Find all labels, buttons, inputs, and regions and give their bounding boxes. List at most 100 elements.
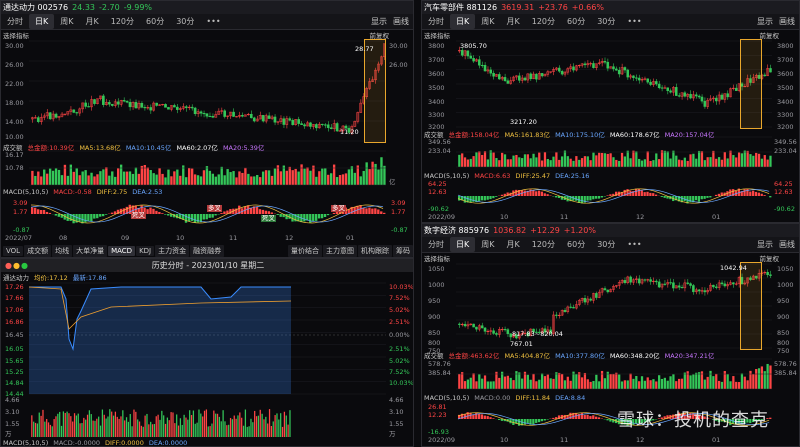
- candle-body: [472, 58, 475, 62]
- macd-bar: [211, 214, 214, 218]
- volume-bar: [643, 159, 646, 167]
- btn-ma[interactable]: 均线: [52, 245, 73, 257]
- btn-margin[interactable]: 融资融券: [190, 245, 225, 257]
- volume-bar: [329, 173, 333, 185]
- candle-body: [669, 282, 672, 284]
- price-tick: 15.65: [5, 357, 24, 365]
- volume-bar: [318, 171, 321, 185]
- macd-bar: [469, 412, 472, 419]
- price-tick: 3600: [428, 70, 445, 78]
- volume-bar: [211, 423, 213, 437]
- volume-bar: [164, 177, 167, 185]
- btn-big-order[interactable]: 大单净量: [73, 245, 108, 257]
- btn-main-intent[interactable]: 主力意图: [323, 245, 357, 257]
- ma60: MA60:178.67亿: [609, 131, 660, 139]
- macd-bar: [654, 194, 658, 196]
- macd-bar: [706, 196, 709, 198]
- volume-bar: [42, 409, 44, 437]
- candle-body: [680, 287, 684, 289]
- volume-bar: [57, 413, 59, 437]
- btn-kdj[interactable]: KDJ: [136, 246, 155, 256]
- macd-bar: [33, 207, 37, 214]
- volume-bar: [270, 175, 274, 185]
- macd-bar: [158, 211, 161, 214]
- volume-bar: [472, 373, 475, 389]
- vol-tick: 1.55: [5, 420, 20, 428]
- btn-institution[interactable]: 机构跟踪: [358, 245, 392, 257]
- volume-bar: [760, 158, 764, 167]
- volume-bar: [598, 152, 601, 167]
- macd-bar: [202, 214, 205, 220]
- price-tick: 14.84: [5, 379, 24, 387]
- candle-body: [703, 290, 707, 293]
- volume-bar: [746, 150, 749, 167]
- candle-body: [572, 307, 575, 309]
- volume-bar: [181, 424, 183, 437]
- macd-bar: [523, 419, 526, 425]
- price-tick-right: 3600: [777, 70, 794, 78]
- volume-bar: [540, 160, 544, 167]
- macd-bar: [326, 214, 330, 216]
- price-tick: 14.00: [5, 118, 24, 126]
- candle-body: [637, 278, 641, 284]
- macd-bar: [149, 207, 152, 214]
- vol-tick-right: 4.66: [389, 396, 404, 404]
- volume-bar: [535, 157, 538, 167]
- btn-main-funds[interactable]: 主力资金: [155, 245, 190, 257]
- ma20: MA20:347.21亿: [664, 352, 715, 360]
- volume-bar: [294, 168, 297, 185]
- candle-body: [703, 100, 707, 107]
- btn-turnover[interactable]: 成交额: [24, 245, 52, 257]
- btn-chips[interactable]: 筹码: [393, 245, 413, 257]
- candle-body: [555, 314, 558, 316]
- candle-body: [87, 106, 90, 108]
- vol-tick: 578.76: [428, 360, 451, 368]
- volume-bar: [629, 373, 632, 389]
- candle-body: [603, 60, 607, 63]
- macd-bar: [110, 212, 114, 214]
- volume-bar: [216, 413, 219, 437]
- volume-bar: [463, 157, 467, 167]
- volume-bar: [365, 162, 368, 185]
- macd-tick: 26.81: [428, 403, 447, 411]
- candle-body: [320, 123, 324, 126]
- volume-bar: [86, 414, 89, 437]
- volume-bar: [47, 422, 50, 437]
- macd-bar: [309, 214, 312, 223]
- candle-body: [72, 109, 76, 113]
- macd-bar: [42, 209, 46, 214]
- btn-macd[interactable]: MACD: [108, 246, 136, 256]
- volume-bar: [749, 154, 752, 167]
- price-tick-right: 1050: [777, 265, 794, 273]
- candle-body: [720, 94, 724, 100]
- volume-bar: [717, 380, 721, 389]
- volume-bar: [483, 151, 487, 167]
- pct-tick: 5.02%: [389, 357, 410, 365]
- price-tick: 3500: [428, 84, 445, 92]
- macd-tick-right: 12.63: [774, 188, 793, 196]
- btn-vol-price[interactable]: 量价结合: [288, 245, 322, 257]
- volume-bar: [280, 413, 282, 437]
- candle-body: [723, 283, 727, 287]
- volume-bar: [737, 152, 741, 167]
- date-tick: 10: [176, 234, 185, 242]
- candle-body: [252, 117, 256, 122]
- intraday-chart[interactable]: [1, 259, 414, 447]
- pct-tick: 7.52%: [389, 294, 410, 302]
- volume-bar: [503, 376, 507, 389]
- btn-vol[interactable]: VOL: [3, 246, 24, 256]
- macd-bar: [193, 214, 197, 223]
- volume-bar: [695, 372, 698, 389]
- volume-bar: [34, 175, 37, 185]
- panel-kline-digital-economy: 数字经济 885976 1036.82 +12.29 +1.20% 分时 日K …: [421, 223, 800, 447]
- macd-bar: [609, 194, 612, 196]
- volume-bar: [689, 154, 692, 167]
- volume-bar: [669, 376, 672, 389]
- macd-bar: [258, 209, 262, 214]
- volume-bar: [166, 417, 169, 437]
- candle-body: [300, 123, 303, 125]
- date-tick: 10: [500, 436, 509, 444]
- volume-bar: [87, 175, 90, 185]
- volume-bar: [766, 159, 769, 167]
- macd-bar: [595, 416, 598, 419]
